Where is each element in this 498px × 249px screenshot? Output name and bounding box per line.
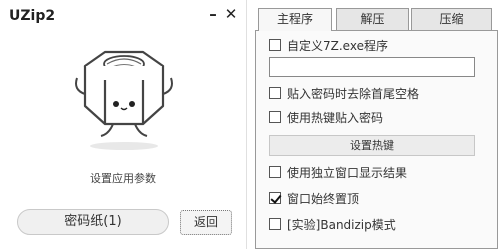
always-on-top-option[interactable]: 窗口始终置顶 [269,189,359,207]
trim-spaces-checkbox[interactable] [269,87,281,99]
separate-window-label: 使用独立窗口显示结果 [287,165,408,180]
set-hotkey-button[interactable]: 设置热键 [269,135,475,156]
hotkey-paste-option[interactable]: 使用热键贴入密码 [269,108,383,126]
trim-spaces-option[interactable]: 贴入密码时去除首尾空格 [269,84,419,102]
left-pane: UZip2 – ✕ 设置应用参数 密码纸(1) 返回 [0,0,252,249]
trim-spaces-label: 贴入密码时去除首尾空格 [287,86,420,101]
custom-exe-checkbox[interactable] [269,39,281,51]
password-paper-button[interactable]: 密码纸(1) [17,209,169,235]
bandizip-mode-option[interactable]: [实验]Bandizip模式 [269,215,396,233]
separate-window-option[interactable]: 使用独立窗口显示结果 [269,163,407,181]
always-on-top-checkbox[interactable] [269,192,281,204]
nut-mascot-icon [75,50,173,150]
bandizip-mode-checkbox[interactable] [269,218,281,230]
settings-panel: 自定义7Z.exe程序 贴入密码时去除首尾空格 使用热键贴入密码 设置热键 使用… [255,30,498,249]
back-button[interactable]: 返回 [180,210,232,235]
settings-caption: 设置应用参数 [90,172,156,185]
tab-extract[interactable]: 解压 [336,8,409,30]
bandizip-mode-label: [实验]Bandizip模式 [287,217,396,232]
custom-exe-option[interactable]: 自定义7Z.exe程序 [269,36,388,54]
settings-pane: 主程序 解压 压缩 自定义7Z.exe程序 贴入密码时去除首尾空格 使用热键贴入… [255,8,498,249]
tab-main-program[interactable]: 主程序 [258,8,332,31]
pane-divider [246,0,247,249]
custom-exe-label: 自定义7Z.exe程序 [287,38,388,53]
separate-window-checkbox[interactable] [269,166,281,178]
exe-path-input[interactable] [269,57,475,77]
minimize-button[interactable]: – [205,4,221,24]
app-title: UZip2 [9,8,56,24]
hotkey-paste-checkbox[interactable] [269,111,281,123]
always-on-top-label: 窗口始终置顶 [287,191,360,206]
close-button[interactable]: ✕ [223,4,239,24]
tab-compress[interactable]: 压缩 [411,8,492,30]
hotkey-paste-label: 使用热键贴入密码 [287,110,384,125]
